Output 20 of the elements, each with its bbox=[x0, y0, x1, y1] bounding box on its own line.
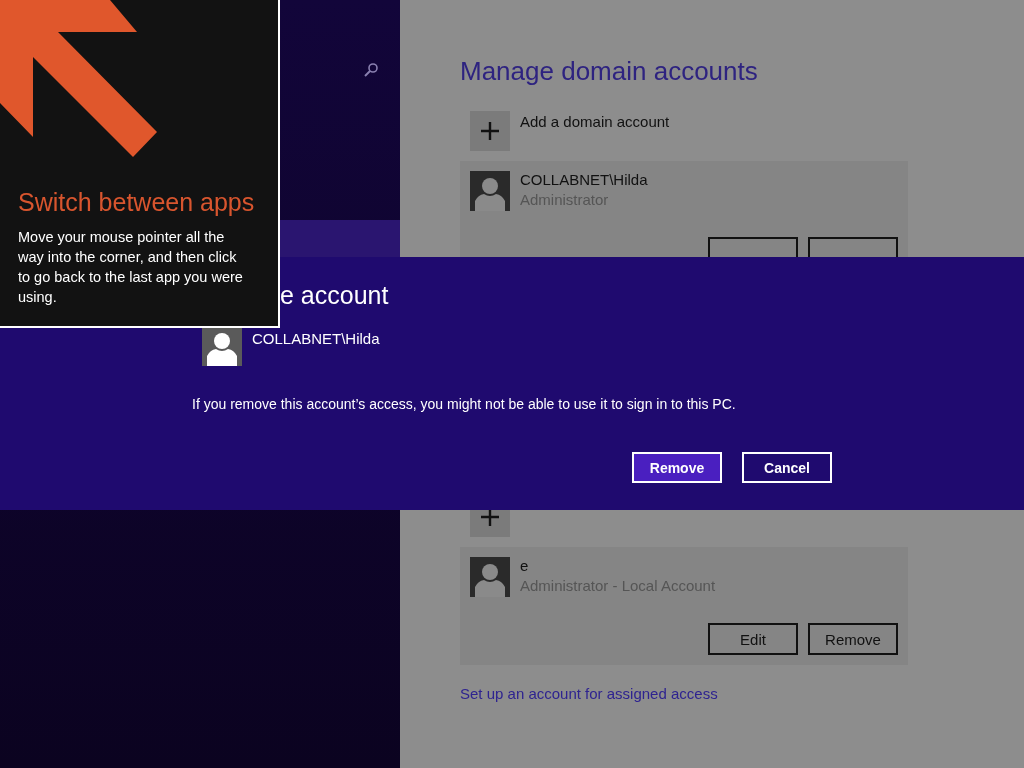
account-name: COLLABNET\Hilda bbox=[252, 330, 380, 349]
remove-button[interactable]: Remove bbox=[808, 623, 898, 655]
account-name: e bbox=[520, 557, 529, 574]
page-title: Manage domain accounts bbox=[460, 56, 758, 87]
assigned-access-link[interactable]: Set up an account for assigned access bbox=[460, 685, 718, 702]
tip-title: Switch between apps bbox=[18, 188, 256, 217]
search-icon[interactable] bbox=[363, 62, 379, 78]
cancel-button[interactable]: Cancel bbox=[742, 452, 832, 483]
plus-icon bbox=[480, 507, 500, 527]
add-tile[interactable] bbox=[470, 111, 510, 151]
user-avatar-icon bbox=[470, 171, 510, 211]
tip-body: Move your mouse pointer all the way into the corner, and then click to go back to the last app you were using. bbox=[18, 228, 244, 307]
remove-button[interactable]: Remove bbox=[632, 452, 722, 483]
user-avatar-icon bbox=[470, 557, 510, 597]
plus-icon bbox=[480, 121, 500, 141]
edit-button[interactable]: Edit bbox=[708, 623, 798, 655]
account-name: COLLABNET\Hilda bbox=[520, 171, 648, 188]
dialog-message: If you remove this account’s access, you might not be able to use it to sign in to this PC. bbox=[192, 396, 736, 412]
dialog-title: e account bbox=[280, 281, 389, 310]
add-domain-account-label[interactable]: Add a domain account bbox=[520, 113, 670, 130]
